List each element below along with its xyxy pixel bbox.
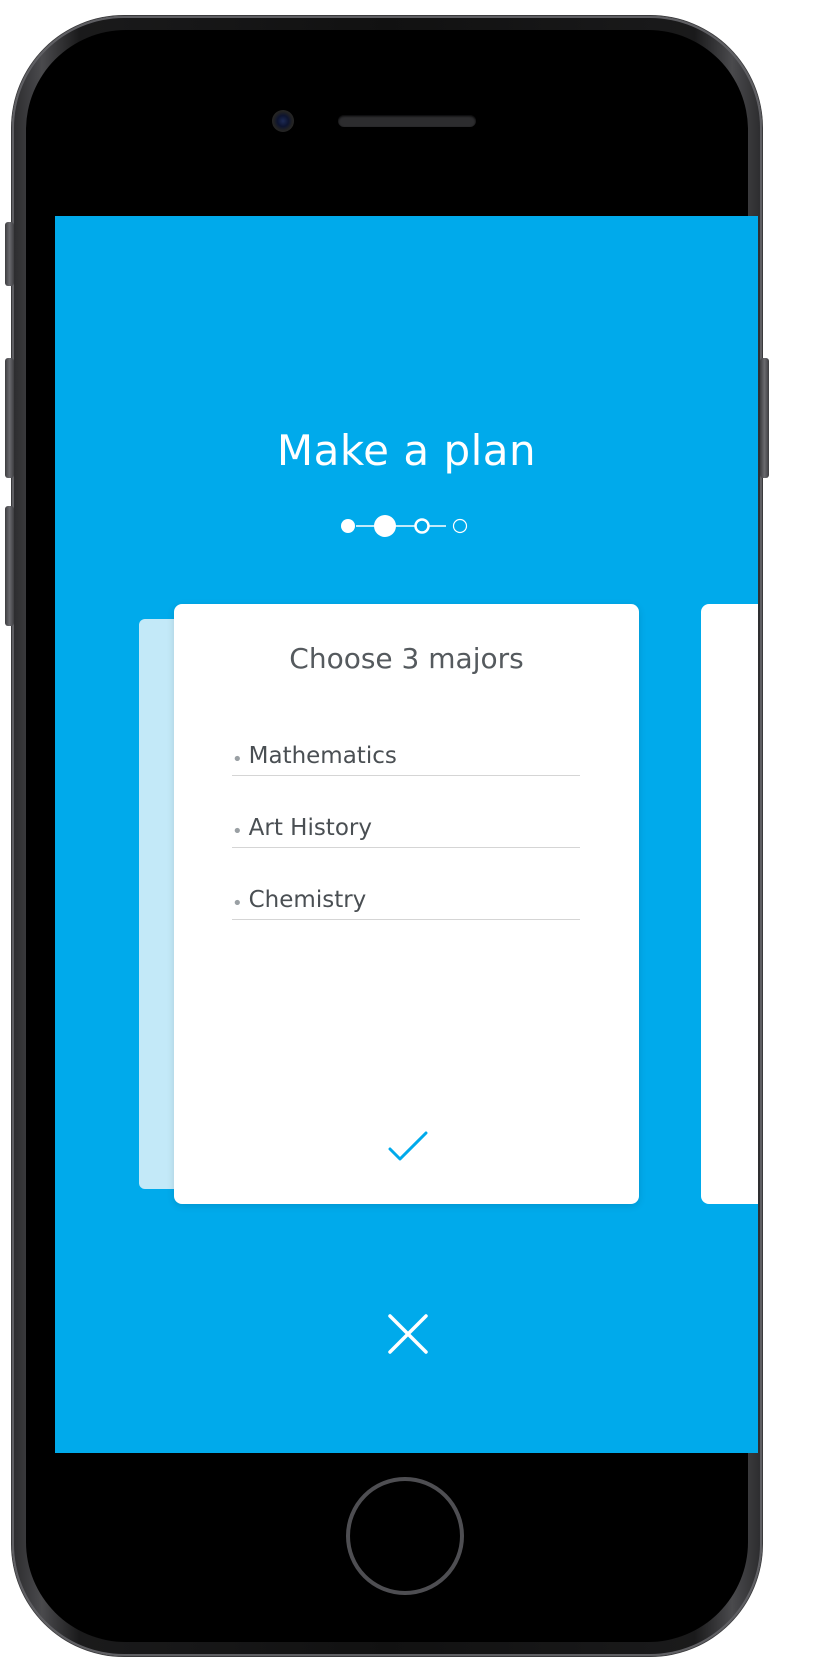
major-field[interactable]: • Mathematics bbox=[232, 722, 580, 776]
front-camera-icon bbox=[272, 110, 294, 132]
major-label: Mathematics bbox=[248, 743, 397, 769]
earpiece-speaker bbox=[338, 115, 476, 127]
majors-card: Choose 3 majors • Mathematics • Art Hist… bbox=[174, 604, 639, 1204]
volume-up-button bbox=[5, 358, 14, 478]
bullet-icon: • bbox=[232, 893, 243, 914]
major-field[interactable]: • Chemistry bbox=[232, 866, 580, 920]
close-button[interactable] bbox=[386, 1312, 430, 1356]
checkmark-icon bbox=[388, 1131, 428, 1161]
stepper-step-2-current bbox=[374, 515, 396, 537]
major-label: Chemistry bbox=[248, 887, 367, 913]
confirm-button[interactable] bbox=[386, 1129, 430, 1165]
power-button bbox=[760, 358, 769, 478]
card-title: Choose 3 majors bbox=[289, 642, 524, 675]
volume-down-button bbox=[5, 506, 14, 626]
stepper-step-1 bbox=[341, 519, 355, 533]
app-screen: Make a plan Choose 3 majors • Mathematic… bbox=[55, 216, 758, 1453]
next-card[interactable] bbox=[701, 604, 758, 1204]
home-button[interactable] bbox=[346, 1477, 464, 1595]
progress-stepper bbox=[338, 506, 478, 546]
stepper-step-3 bbox=[414, 518, 430, 534]
mute-switch bbox=[5, 222, 14, 286]
major-field[interactable]: • Art History bbox=[232, 794, 580, 848]
bullet-icon: • bbox=[232, 749, 243, 770]
majors-list: • Mathematics • Art History • Chemistry bbox=[232, 722, 580, 938]
page-title: Make a plan bbox=[276, 426, 537, 475]
stepper-graphic bbox=[341, 515, 468, 537]
major-label: Art History bbox=[248, 815, 372, 841]
stepper-step-4 bbox=[452, 518, 468, 534]
bullet-icon: • bbox=[232, 821, 243, 842]
close-icon bbox=[388, 1314, 428, 1354]
